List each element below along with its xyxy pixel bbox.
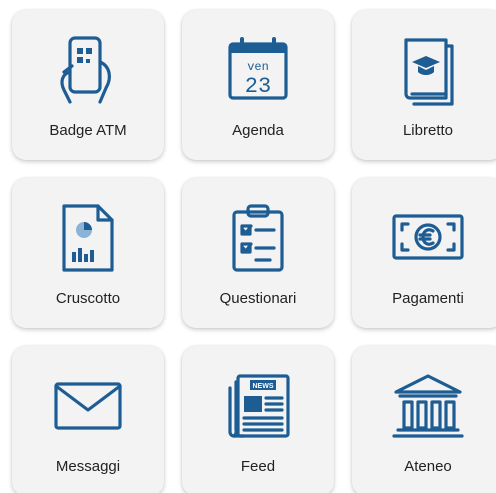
tile-label: Messaggi (55, 458, 121, 475)
tile-badge-atm[interactable]: Badge ATM (12, 10, 164, 160)
tile-libretto[interactable]: Libretto (352, 10, 496, 160)
tile-feed[interactable]: NEWS Feed (182, 346, 334, 493)
envelope-icon (48, 366, 128, 446)
tile-label: Cruscotto (55, 290, 121, 307)
tile-messaggi[interactable]: Messaggi (12, 346, 164, 493)
calendar-date: 23 (245, 74, 271, 99)
tile-pagamenti[interactable]: Pagamenti (352, 178, 496, 328)
university-building-icon (388, 366, 468, 446)
tile-label: Badge ATM (49, 122, 127, 139)
tile-agenda[interactable]: ven 23 Agenda (182, 10, 334, 160)
clipboard-checklist-icon (218, 198, 298, 278)
menu-grid: Badge ATM ven 23 Agenda Libretto Cruscot… (0, 0, 496, 493)
tile-questionari[interactable]: Questionari (182, 178, 334, 328)
book-graduation-icon (388, 30, 468, 110)
tile-label: Libretto (402, 122, 454, 139)
tile-label: Pagamenti (392, 290, 464, 307)
tile-cruscotto[interactable]: Cruscotto (12, 178, 164, 328)
tile-label: Feed (240, 458, 276, 475)
calendar-day: ven (247, 60, 269, 74)
euro-banknote-icon (388, 198, 468, 278)
report-chart-icon (48, 198, 128, 278)
tile-label: Questionari (219, 290, 297, 307)
newspaper-icon: NEWS (218, 366, 298, 446)
tile-label: Agenda (232, 122, 284, 139)
news-badge: NEWS (253, 383, 274, 390)
calendar-icon: ven 23 (218, 30, 298, 110)
tile-ateneo[interactable]: Ateneo (352, 346, 496, 493)
tile-label: Ateneo (404, 458, 452, 475)
phone-hand-icon (48, 30, 128, 110)
